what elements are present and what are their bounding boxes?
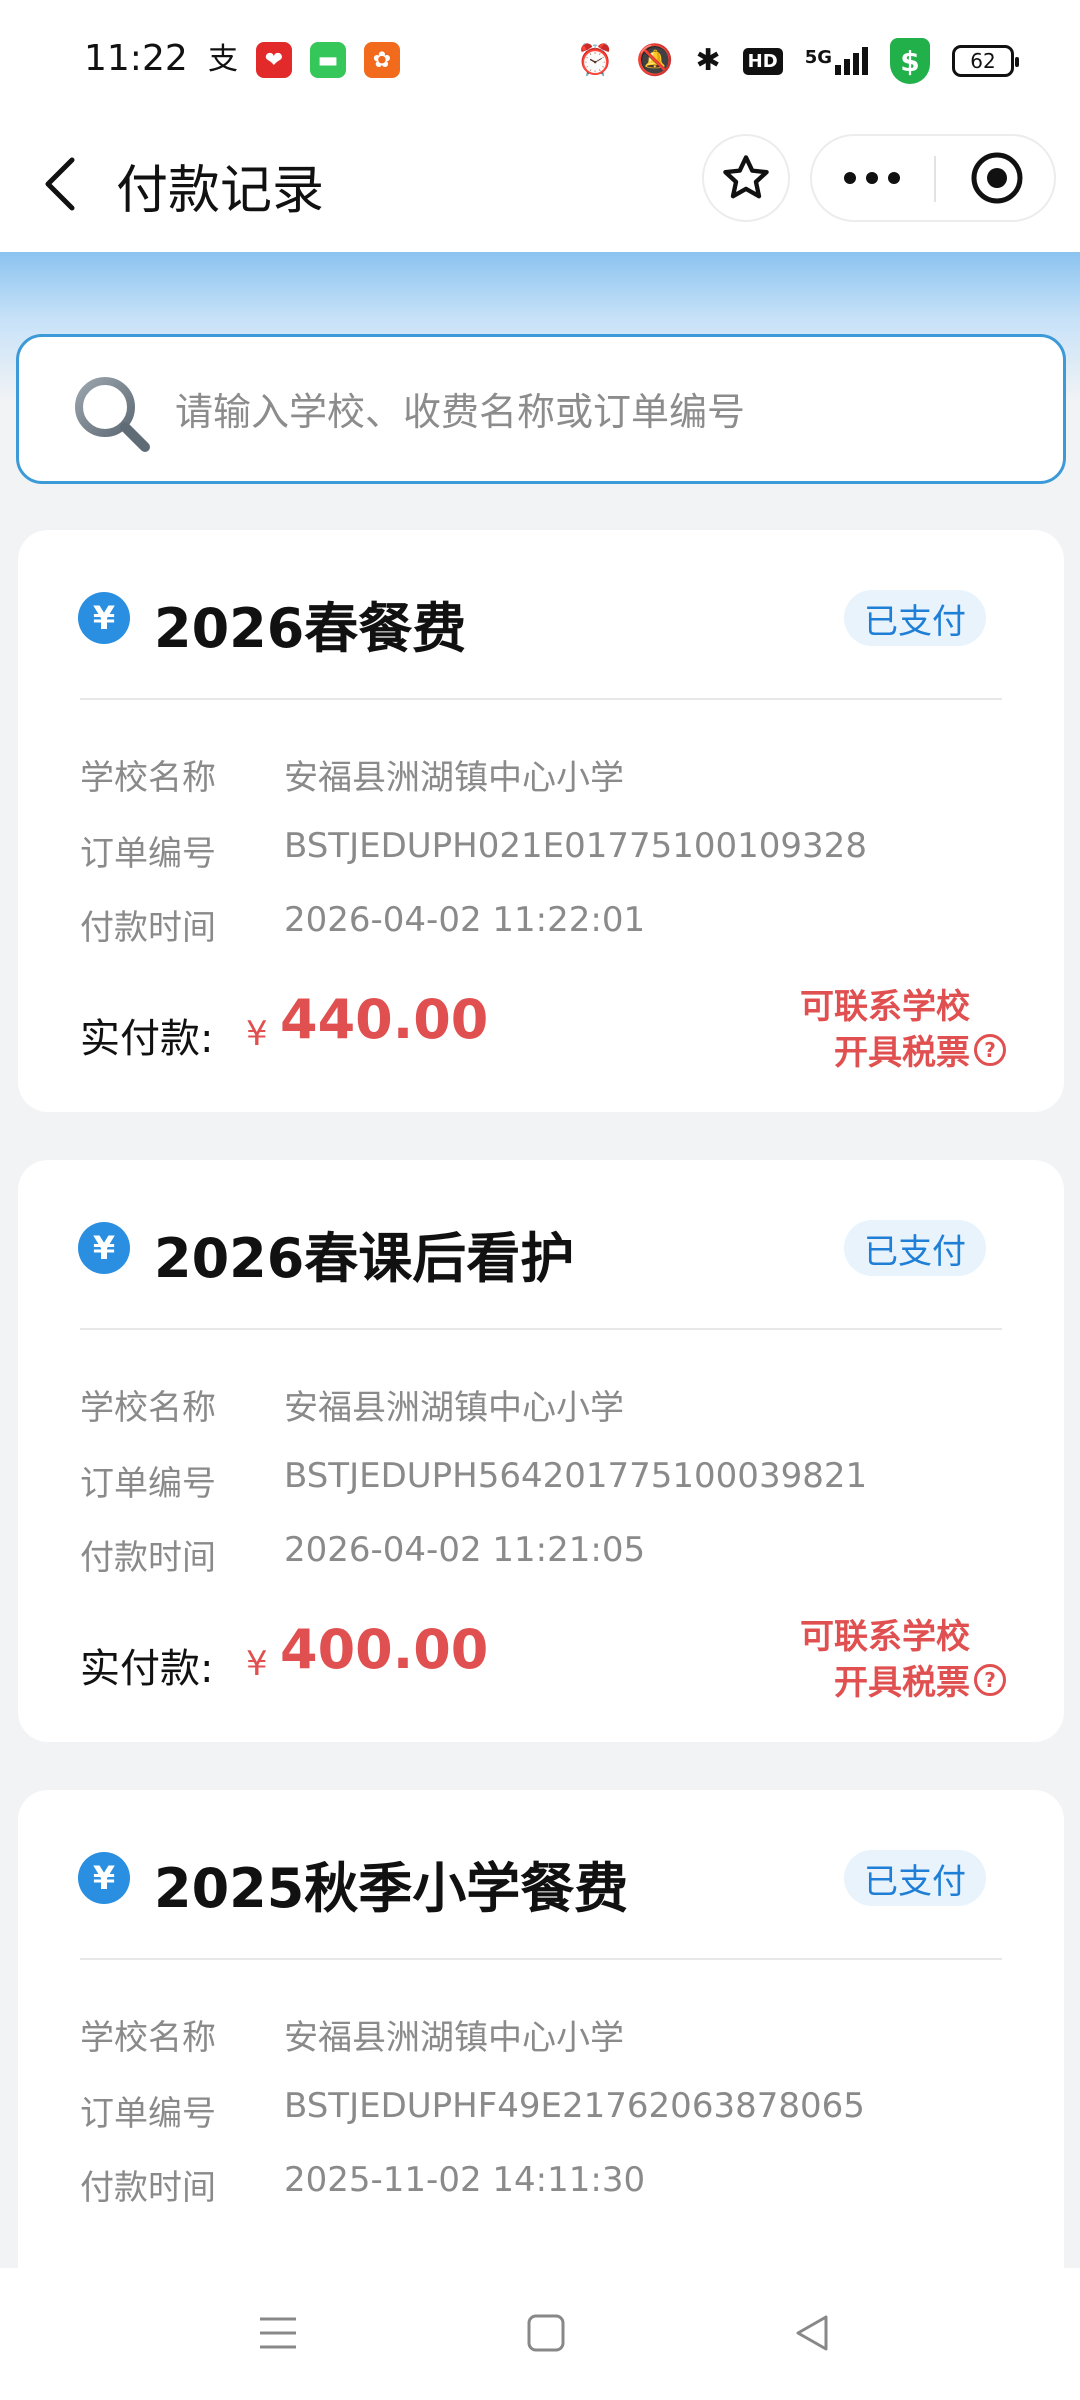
signal-5g-icon: 5G [805, 47, 868, 75]
paid-label: 实付款: [80, 1646, 214, 1692]
network-type: 5G [804, 47, 832, 68]
order-label: 订单编号 [80, 1464, 216, 1504]
yuan-icon: ¥ [78, 1852, 130, 1904]
hd-icon: HD [742, 47, 783, 75]
alipay-icon: 支 [208, 42, 238, 77]
home-nav-button[interactable] [506, 2298, 586, 2368]
order-value: BSTJEDUPH021E01775100109328 [284, 826, 867, 866]
school-label: 学校名称 [80, 758, 216, 798]
currency-symbol: ¥ [246, 1644, 268, 1684]
search-input[interactable] [175, 377, 1035, 447]
school-value: 安福县洲湖镇中心小学 [284, 1388, 624, 1428]
target-close-icon [971, 152, 1023, 204]
menu-icon [260, 2317, 296, 2349]
tax-invoice-note[interactable]: 可联系学校 开具税票 [800, 1614, 970, 1706]
paid-label: 实付款: [80, 1016, 214, 1062]
back-nav-button[interactable] [772, 2298, 852, 2368]
app-red-icon: ❤ [256, 42, 292, 78]
back-button[interactable] [30, 146, 90, 222]
shield-icon: $ [890, 38, 930, 84]
school-value: 安福县洲湖镇中心小学 [284, 2018, 624, 2058]
bluetooth-icon: ✱ [695, 43, 721, 78]
triangle-back-icon [796, 2315, 828, 2351]
school-label: 学校名称 [80, 2018, 216, 2058]
yuan-icon: ¥ [78, 1222, 130, 1274]
order-value: BSTJEDUPH564201775100039821 [284, 1456, 868, 1496]
payment-record-card[interactable]: ¥ 2026春餐费 已支付 学校名称 安福县洲湖镇中心小学 订单编号 BSTJE… [18, 530, 1064, 1112]
order-label: 订单编号 [80, 2094, 216, 2134]
search-box[interactable] [16, 334, 1066, 484]
tax-note-line2: 开具税票 [834, 1033, 970, 1073]
record-title: 2026春餐费 [154, 597, 467, 660]
search-icon [75, 377, 150, 452]
star-icon [723, 155, 769, 199]
system-icons: ⏰ 🔕 ✱ HD 5G $ 62 [576, 38, 1019, 84]
more-dots-icon [844, 172, 900, 184]
time-value: 2025-11-02 14:11:30 [284, 2160, 646, 2200]
paid-amount: 400.00 [280, 1618, 489, 1681]
menu-nav-button[interactable] [238, 2298, 318, 2368]
tax-note-line2: 开具税票 [834, 1663, 970, 1703]
record-title: 2026春课后看护 [154, 1227, 575, 1290]
divider [80, 698, 1002, 700]
status-badge: 已支付 [844, 590, 986, 646]
square-home-icon [527, 2314, 565, 2352]
battery-icon: 62 [952, 45, 1019, 77]
system-nav-bar [0, 2268, 1080, 2400]
battery-level: 62 [970, 49, 996, 73]
status-badge: 已支付 [844, 1220, 986, 1276]
order-value: BSTJEDUPHF49E21762063878065 [284, 2086, 865, 2126]
time-label: 付款时间 [80, 2168, 216, 2208]
capsule-divider [934, 156, 936, 202]
order-label: 订单编号 [80, 834, 216, 874]
tax-invoice-note[interactable]: 可联系学校 开具税票 [800, 984, 970, 1076]
mini-program-capsule [810, 134, 1056, 222]
status-badge: 已支付 [844, 1850, 986, 1906]
chevron-left-icon [45, 157, 75, 211]
time-label: 付款时间 [80, 908, 216, 948]
alarm-icon: ⏰ [576, 43, 615, 78]
school-value: 安福县洲湖镇中心小学 [284, 758, 624, 798]
time-value: 2026-04-02 11:21:05 [284, 1530, 646, 1570]
divider [80, 1958, 1002, 1960]
paid-amount: 440.00 [280, 988, 489, 1051]
nav-header: 付款记录 [0, 118, 1080, 252]
more-button[interactable] [812, 136, 932, 220]
record-title: 2025秋季小学餐费 [154, 1857, 629, 1920]
payment-record-card[interactable]: ¥ 2026春课后看护 已支付 学校名称 安福县洲湖镇中心小学 订单编号 BST… [18, 1160, 1064, 1742]
notification-icons: 支 ❤ ▬ ✿ [208, 42, 400, 78]
status-time: 11:22 [84, 38, 188, 79]
page-title: 付款记录 [116, 161, 325, 221]
app-orange-icon: ✿ [364, 42, 400, 78]
payment-record-card[interactable]: ¥ 2025秋季小学餐费 已支付 学校名称 安福县洲湖镇中心小学 订单编号 BS… [18, 1790, 1064, 2310]
school-label: 学校名称 [80, 1388, 216, 1428]
mute-icon: 🔕 [636, 43, 674, 78]
time-label: 付款时间 [80, 1538, 216, 1578]
tax-note-line1: 可联系学校 [800, 1617, 970, 1657]
yuan-icon: ¥ [78, 592, 130, 644]
status-bar: 11:22 支 ❤ ▬ ✿ ⏰ 🔕 ✱ HD 5G $ 62 [0, 0, 1080, 118]
close-button[interactable] [938, 136, 1056, 220]
currency-symbol: ¥ [246, 1014, 268, 1054]
time-value: 2026-04-02 11:22:01 [284, 900, 646, 940]
help-icon[interactable]: ? [974, 1034, 1006, 1066]
message-icon: ▬ [310, 42, 346, 78]
help-icon[interactable]: ? [974, 1664, 1006, 1696]
tax-note-line1: 可联系学校 [800, 987, 970, 1027]
divider [80, 1328, 1002, 1330]
favorite-button[interactable] [702, 134, 790, 222]
